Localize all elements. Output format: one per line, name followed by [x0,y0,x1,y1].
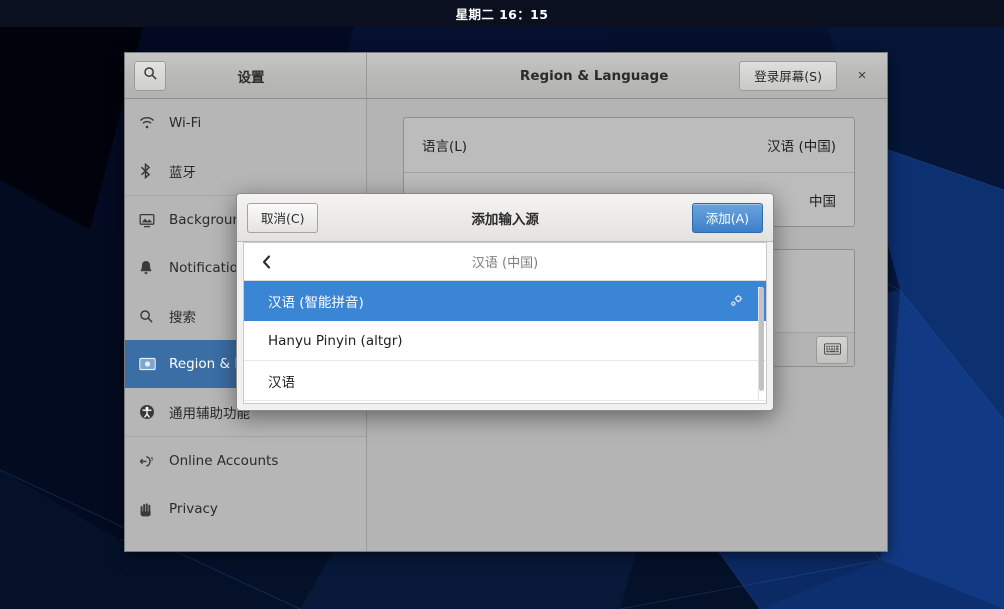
search-icon [143,66,158,85]
sidebar-item-wifi[interactable]: Wi-Fi [125,99,366,147]
scrollbar-thumb[interactable] [759,287,764,391]
sidebar-item-label: Wi-Fi [169,115,201,131]
titlebar-left: 设置 [125,53,367,98]
language-row[interactable]: 语言(L) 汉语 (中国) [404,118,854,172]
svg-text:s: s [150,455,153,462]
list-item-label: 汉语 [268,371,295,391]
keyboard-shortcuts-button[interactable] [816,336,848,364]
sidebar-item-privacy[interactable]: Privacy [125,485,366,533]
breadcrumb-title: 汉语 (中国) [278,252,756,271]
list-item-label: 汉语 (智能拼音) [268,291,364,311]
search-button[interactable] [134,61,166,91]
bluetooth-icon [139,163,165,179]
top-bar: 星期二 16：15 [0,0,1004,27]
titlebar-right: Region & Language 登录屏幕(S) × [367,53,887,98]
dialog-scrollbar[interactable] [758,287,763,399]
wifi-icon [139,116,165,130]
breadcrumb: 汉语 (中国) [244,243,766,281]
window-titlebar: 设置 Region & Language 登录屏幕(S) × [125,53,887,99]
gear-icon[interactable] [729,293,744,308]
sidebar-item-label: Online Accounts [169,453,278,469]
keyboard-icon [824,340,841,359]
sidebar-item-bluetooth[interactable]: 蓝牙 [125,147,366,195]
sidebar-item-online-accounts[interactable]: s Online Accounts [125,437,366,485]
dialog-title: 添加输入源 [318,208,691,228]
add-button[interactable]: 添加(A) [692,203,763,233]
bell-icon [139,260,165,276]
list-item[interactable]: 汉语 [244,361,766,401]
close-icon: × [858,67,867,84]
background-icon [139,213,165,228]
privacy-icon [139,501,165,517]
list-item-label: Hanyu Pinyin (altgr) [268,333,403,349]
list-item[interactable]: 汉语 (智能拼音) [244,281,766,321]
dialog-header: 取消(C) 添加输入源 添加(A) [237,194,773,242]
sidebar-item-label: Notification [169,260,246,276]
accessibility-icon [139,404,165,420]
formats-value: 中国 [809,190,836,210]
cancel-button[interactable]: 取消(C) [247,203,318,233]
sidebar-item-label: 搜索 [169,306,196,326]
language-value: 汉语 (中国) [767,135,836,155]
clock[interactable]: 星期二 16：15 [456,4,549,23]
chevron-left-icon[interactable] [254,255,278,269]
list-item[interactable]: Hanyu Pinyin (altgr) [244,321,766,361]
language-label: 语言(L) [422,135,467,155]
dialog-list: 汉语 (中国) 汉语 (智能拼音) Hanyu Pinyin (altgr) 汉… [243,242,767,404]
search-icon [139,309,165,324]
region-icon [139,357,165,371]
sidebar-item-label: Privacy [169,501,218,517]
app-title: 设置 [166,66,336,86]
close-window-button[interactable]: × [847,61,877,91]
login-screen-button[interactable]: 登录屏幕(S) [739,61,837,91]
add-input-source-dialog: 取消(C) 添加输入源 添加(A) 汉语 (中国) 汉语 (智能拼音) [236,193,774,411]
online-accounts-icon: s [139,454,165,469]
panel-title: Region & Language [379,68,739,84]
sidebar-item-label: 蓝牙 [169,161,196,181]
